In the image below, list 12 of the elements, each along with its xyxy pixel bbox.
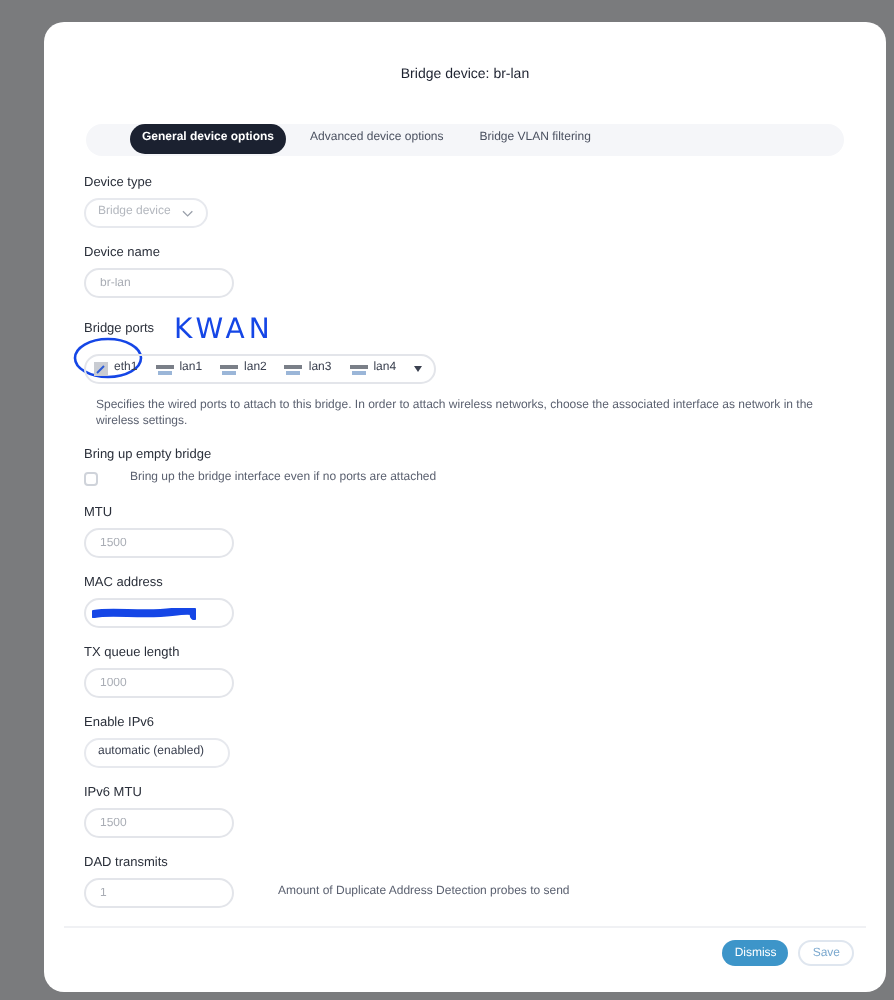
checkbox[interactable] — [84, 472, 98, 486]
ethernet-port-icon — [284, 363, 303, 375]
mac-address-field[interactable] — [84, 598, 234, 628]
redaction-scribble — [92, 608, 196, 620]
ethernet-port-icon — [220, 363, 239, 375]
port-icon — [94, 362, 108, 376]
chevron-down-icon — [182, 209, 194, 217]
ethernet-port-icon — [155, 363, 174, 375]
dropdown-arrow-icon — [414, 366, 423, 372]
handwritten-annotation: KWAN — [174, 316, 274, 344]
hand-drawn-circle — [72, 336, 144, 380]
ethernet-port-icon — [349, 363, 368, 375]
